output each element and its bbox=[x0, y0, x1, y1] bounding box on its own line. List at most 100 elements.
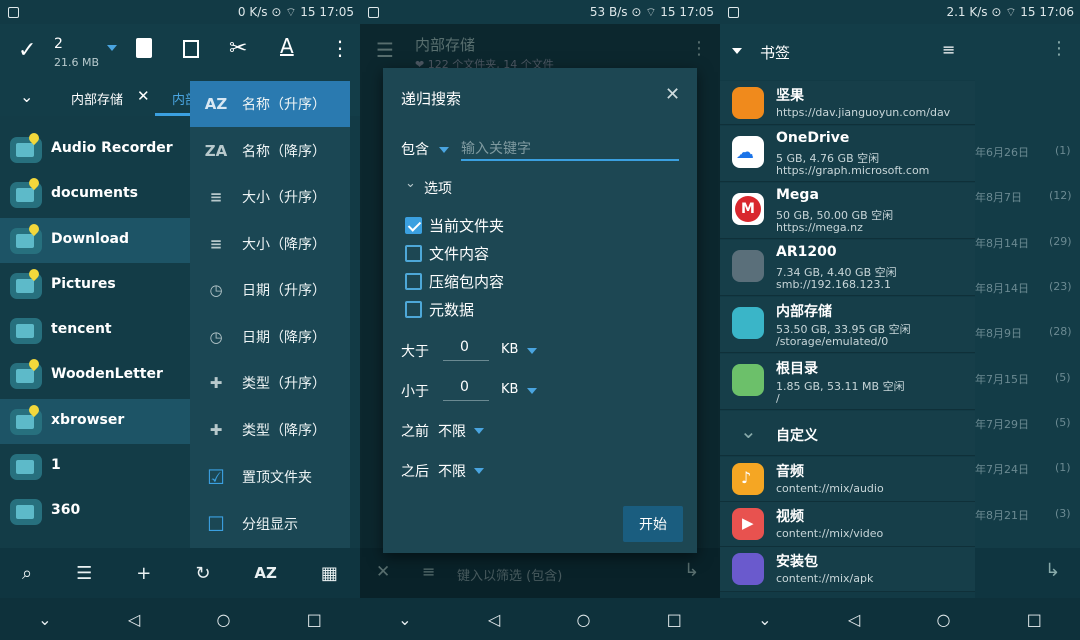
home-icon[interactable]: ○ bbox=[216, 610, 230, 629]
home-icon[interactable]: ○ bbox=[576, 610, 590, 629]
checkbox-icon[interactable] bbox=[405, 272, 422, 290]
battery-level: 15 bbox=[660, 4, 676, 19]
rename-icon[interactable]: A bbox=[280, 34, 294, 58]
before-date-select[interactable]: 不限 bbox=[438, 421, 466, 441]
delete-icon[interactable] bbox=[136, 38, 152, 58]
bookmark-jianguoyun[interactable]: 坚果 https://dav.jianguoyun.com/dav bbox=[720, 81, 975, 125]
sort-icon[interactable]: ≡ bbox=[942, 40, 955, 59]
option-file-content[interactable]: 文件内容 bbox=[405, 243, 489, 263]
recents-icon[interactable]: □ bbox=[667, 610, 682, 629]
checkbox-icon[interactable] bbox=[405, 300, 422, 318]
bookmark-root[interactable]: 根目录 1.85 GB, 53.11 MB 空闲 / bbox=[720, 354, 975, 410]
recents-icon[interactable]: □ bbox=[307, 610, 322, 629]
custom-section-header[interactable]: ⌄ 自定义 bbox=[720, 411, 975, 456]
file-row[interactable]: 1 bbox=[0, 444, 190, 489]
list-view-icon[interactable]: ☰ bbox=[76, 563, 92, 584]
close-tab-icon[interactable]: ✕ bbox=[137, 87, 150, 105]
nav-down-icon[interactable]: ⌄ bbox=[38, 610, 51, 629]
file-row-selected[interactable]: Download bbox=[0, 218, 190, 263]
notification-icon bbox=[8, 6, 19, 18]
sort-menu: AZ 名称（升序） ZA 名称（降序） ≡ 大小（升序） ≡ 大小（降序） ◷ 日期（升序… bbox=[190, 81, 350, 548]
checkbox-icon[interactable] bbox=[405, 244, 422, 262]
folders-first-toggle[interactable]: ☑ 置顶文件夹 bbox=[190, 454, 350, 500]
dialog-title: 递归搜索 bbox=[401, 90, 462, 108]
notification-icon bbox=[368, 6, 379, 18]
file-row[interactable]: tencent bbox=[0, 308, 190, 353]
bottom-toolbar: ⌕ ☰ + ↻ AZ ▦ bbox=[0, 548, 360, 598]
sort-type-desc[interactable]: ✚ 类型（降序） bbox=[190, 407, 350, 453]
file-row[interactable]: Pictures bbox=[0, 263, 190, 308]
option-metadata[interactable]: 元数据 bbox=[405, 299, 474, 319]
add-icon[interactable]: + bbox=[136, 563, 151, 584]
bg-row: 年8月9日 (28) bbox=[975, 325, 1072, 340]
bookmark-video[interactable]: ▶ 视频 content://mix/video bbox=[720, 502, 975, 547]
keyword-input[interactable]: 输入关键字 bbox=[461, 138, 531, 158]
checkbox-checked-icon[interactable] bbox=[405, 216, 422, 234]
file-row[interactable]: WoodenLetter bbox=[0, 353, 190, 398]
folder-icon bbox=[10, 318, 42, 344]
start-button[interactable]: 开始 bbox=[623, 506, 683, 542]
larger-unit-select[interactable]: KB bbox=[501, 342, 518, 357]
sort-size-asc[interactable]: ≡ 大小（升序） bbox=[190, 174, 350, 220]
phone-icon bbox=[732, 364, 764, 396]
check-icon[interactable]: ✓ bbox=[18, 38, 36, 63]
recents-icon[interactable]: □ bbox=[1027, 610, 1042, 629]
smaller-value-input[interactable]: 0 bbox=[460, 379, 469, 395]
larger-value-input[interactable]: 0 bbox=[460, 339, 469, 355]
home-icon[interactable]: ○ bbox=[936, 610, 950, 629]
sort-name-asc[interactable]: AZ 名称（升序） bbox=[190, 81, 350, 127]
file-row-selected[interactable]: xbrowser bbox=[0, 399, 190, 444]
chevron-down-icon[interactable] bbox=[527, 348, 537, 354]
match-mode-select[interactable]: 包含 bbox=[401, 139, 429, 159]
sort-name-desc[interactable]: ZA 名称（降序） bbox=[190, 128, 350, 174]
tab-internal-storage[interactable]: 内部存储 bbox=[71, 89, 123, 108]
file-row[interactable]: 360 bbox=[0, 489, 190, 534]
select-all-icon[interactable]: ▦ bbox=[321, 563, 338, 584]
enter-icon[interactable]: ↳ bbox=[1045, 560, 1060, 581]
back-icon[interactable]: ◁ bbox=[488, 610, 500, 629]
back-icon[interactable]: ◁ bbox=[128, 610, 140, 629]
bookmark-mega[interactable]: M Mega 50 GB, 50.00 GB 空闲 https://mega.nz bbox=[720, 183, 975, 239]
sort-type-asc[interactable]: ✚ 类型（升序） bbox=[190, 360, 350, 406]
chevron-down-icon[interactable] bbox=[527, 388, 537, 394]
chevron-down-icon[interactable]: ⌄ bbox=[20, 87, 33, 106]
folder-icon bbox=[10, 454, 42, 480]
bookmark-ar1200[interactable]: AR1200 7.34 GB, 4.40 GB 空闲 smb://192.168.1… bbox=[720, 240, 975, 296]
chevron-down-icon[interactable] bbox=[474, 468, 484, 474]
sort-size-desc[interactable]: ≡ 大小（降序） bbox=[190, 221, 350, 267]
bookmark-apk[interactable]: 安装包 content://mix/apk bbox=[720, 547, 975, 592]
nav-down-icon[interactable]: ⌄ bbox=[758, 610, 771, 629]
refresh-icon[interactable]: ↻ bbox=[195, 563, 210, 584]
sort-date-asc[interactable]: ◷ 日期（升序） bbox=[190, 267, 350, 313]
bookmark-internal-storage[interactable]: 内部存储 53.50 GB, 33.95 GB 空闲/storage/emulat… bbox=[720, 297, 975, 353]
sort-button[interactable]: AZ bbox=[254, 564, 277, 582]
close-icon[interactable]: ✕ bbox=[665, 84, 680, 105]
nav-down-icon[interactable]: ⌄ bbox=[398, 610, 411, 629]
file-row[interactable]: Audio Recorder bbox=[0, 127, 190, 172]
file-row[interactable]: documents bbox=[0, 172, 190, 217]
copy-icon[interactable] bbox=[183, 40, 199, 58]
smaller-label: 小于 bbox=[401, 384, 429, 400]
chevron-down-icon[interactable]: ⌄ bbox=[405, 176, 416, 191]
option-archive-content[interactable]: 压缩包内容 bbox=[405, 271, 504, 291]
options-label[interactable]: 选项 bbox=[424, 178, 452, 198]
bookmark-audio[interactable]: ♪ 音频 content://mix/audio bbox=[720, 457, 975, 502]
search-icon[interactable]: ⌕ bbox=[22, 563, 32, 584]
sort-date-desc[interactable]: ◷ 日期（降序） bbox=[190, 314, 350, 360]
selection-toolbar: ✓ 2 21.6 MB ✂ A ⋮ bbox=[0, 24, 360, 80]
chevron-down-icon[interactable]: ⌄ bbox=[740, 419, 757, 443]
more-icon[interactable]: ⋮ bbox=[1050, 38, 1068, 59]
smaller-unit-select[interactable]: KB bbox=[501, 382, 518, 397]
chevron-down-icon[interactable] bbox=[474, 428, 484, 434]
more-icon[interactable]: ⋮ bbox=[330, 36, 350, 60]
chevron-down-icon[interactable] bbox=[732, 48, 742, 54]
option-current-folder[interactable]: 当前文件夹 bbox=[405, 215, 504, 235]
after-date-select[interactable]: 不限 bbox=[438, 461, 466, 481]
cut-icon[interactable]: ✂ bbox=[229, 36, 247, 61]
group-display-toggle[interactable]: ☐ 分组显示 bbox=[190, 501, 350, 547]
bookmark-onedrive[interactable]: ☁ OneDrive 5 GB, 4.76 GB 空闲 https://graph.m… bbox=[720, 126, 975, 182]
selected-count: 2 bbox=[54, 36, 63, 52]
back-icon[interactable]: ◁ bbox=[848, 610, 860, 629]
chevron-down-icon[interactable] bbox=[107, 45, 117, 51]
chevron-down-icon[interactable] bbox=[439, 147, 449, 153]
